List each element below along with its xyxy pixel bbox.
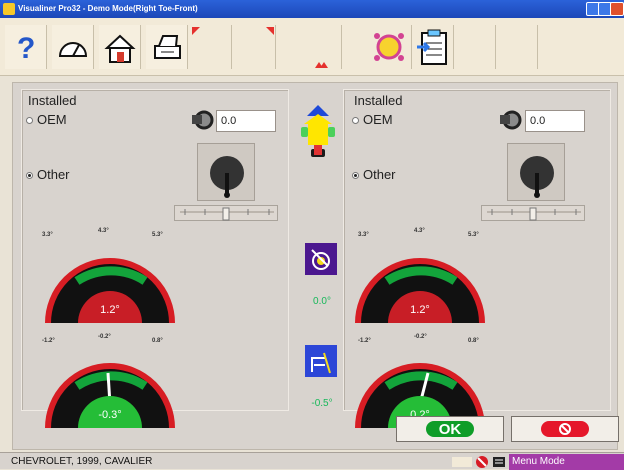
camber-value: 1.2° <box>100 304 120 316</box>
oem-radio[interactable] <box>352 117 359 124</box>
diagram-icon <box>374 33 404 61</box>
toe-tick-high: 0.8° <box>152 338 163 344</box>
diagram-button[interactable] <box>366 25 412 69</box>
camber-gauge-svg: 1.2° <box>355 258 485 324</box>
oem-label: OEM <box>37 112 67 127</box>
rear-indicator-slot[interactable] <box>300 25 342 69</box>
empty-tool-slot[interactable] <box>496 25 538 69</box>
toe-gauge: -0.3° <box>40 348 180 430</box>
front-right-indicator-icon <box>266 27 274 35</box>
installed-label: Installed <box>354 93 403 108</box>
home-button[interactable] <box>99 25 141 69</box>
window-title: Visualiner Pro32 - Demo Mode(Right Toe-F… <box>18 4 198 13</box>
toe-tick-high: 0.8° <box>468 338 479 344</box>
slider-track <box>180 207 274 221</box>
no-entry-icon <box>476 456 488 468</box>
front-left-indicator-slot[interactable] <box>190 25 232 69</box>
vehicle-direction-icon <box>301 105 335 157</box>
tick-label-mid: 4.3° <box>414 228 425 234</box>
other-label: Other <box>37 167 70 182</box>
cancel-icon <box>541 421 589 437</box>
ok-icon: OK <box>426 421 474 438</box>
center-bottom-value: -0.5° <box>311 398 333 409</box>
help-icon: ? <box>17 32 35 65</box>
toolbar: ? <box>0 18 624 76</box>
status-slot <box>452 457 472 467</box>
camera-icon[interactable] <box>192 109 216 131</box>
clipboard-button[interactable] <box>412 25 454 69</box>
gauge-icon <box>58 42 88 57</box>
other-radio[interactable] <box>352 172 359 179</box>
tick-label-high: 5.3° <box>152 232 163 238</box>
ok-button[interactable]: OK <box>396 416 504 442</box>
tick-label-high: 5.3° <box>468 232 479 238</box>
other-label: Other <box>363 167 396 182</box>
menu-mode-label: Menu Mode <box>509 454 624 470</box>
toe-tick-mid: -0.2° <box>414 334 427 340</box>
oem-label: OEM <box>363 112 393 127</box>
camber-value: 1.2° <box>410 304 430 316</box>
gauge-button[interactable] <box>52 25 94 69</box>
tick-label-low: 3.3° <box>42 232 53 238</box>
keyboard-icon <box>493 457 505 467</box>
camber-gauge-svg: 1.2° <box>45 258 175 324</box>
camber-adjust-button[interactable] <box>305 243 337 275</box>
camber-gauge: 1.2° <box>40 243 180 325</box>
printer-icon <box>154 35 181 59</box>
tick-label-mid: 4.3° <box>98 228 109 234</box>
toe-tick-mid: -0.2° <box>98 334 111 340</box>
front-left-indicator-icon <box>192 27 200 35</box>
toe-adjust-icon <box>305 345 337 377</box>
front-right-indicator-slot[interactable] <box>234 25 276 69</box>
clipboard-icon <box>417 29 447 65</box>
toe-tick-low: -1.2° <box>358 338 371 344</box>
alignment-panel: Installed OEM 0.0 Other 3.3° 4.3° 5.3° 1… <box>12 82 619 450</box>
print-button[interactable] <box>146 25 188 69</box>
help-button[interactable]: ? <box>5 25 47 69</box>
home-icon <box>104 34 136 63</box>
value-input[interactable]: 0.0 <box>525 110 585 132</box>
other-radio[interactable] <box>26 172 33 179</box>
ok-label: OK <box>439 421 462 438</box>
left-wheel-panel: Installed OEM 0.0 Other 3.3° 4.3° 5.3° 1… <box>21 89 289 429</box>
camera-icon[interactable] <box>500 109 524 131</box>
installed-label: Installed <box>28 93 77 108</box>
knob-icon <box>210 156 244 198</box>
tick-label-low: 3.3° <box>358 232 369 238</box>
svg-text:?: ? <box>17 32 35 65</box>
title-bar: Visualiner Pro32 - Demo Mode(Right Toe-F… <box>0 0 624 18</box>
toe-gauge-svg: -0.3° <box>45 363 175 429</box>
rear-indicator-icon <box>315 62 328 68</box>
close-button[interactable] <box>610 2 624 16</box>
adjust-slider[interactable] <box>481 205 585 221</box>
oem-radio[interactable] <box>26 117 33 124</box>
value-input[interactable]: 0.0 <box>216 110 276 132</box>
slider-track <box>487 207 581 221</box>
adjust-slider[interactable] <box>174 205 278 221</box>
camber-adjust-icon <box>305 243 337 275</box>
toe-value: -0.3° <box>98 409 121 421</box>
toe-adjust-button[interactable] <box>305 345 337 377</box>
adjust-knob[interactable] <box>507 143 565 201</box>
center-top-value: 0.0° <box>313 296 331 307</box>
knob-icon <box>520 156 554 198</box>
camber-gauge: 1.2° <box>350 243 490 325</box>
empty-tool-slot[interactable] <box>454 25 496 69</box>
cancel-button[interactable] <box>511 416 619 442</box>
toe-tick-low: -1.2° <box>42 338 55 344</box>
app-logo-icon <box>3 3 15 15</box>
adjust-knob[interactable] <box>197 143 255 201</box>
status-bar: CHEVROLET, 1999, CAVALIER Menu Mode <box>0 452 624 470</box>
vehicle-info: CHEVROLET, 1999, CAVALIER <box>11 456 153 467</box>
right-wheel-panel: Installed OEM 0.0 Other 3.3° 4.3° 5.3° 1… <box>343 89 611 429</box>
